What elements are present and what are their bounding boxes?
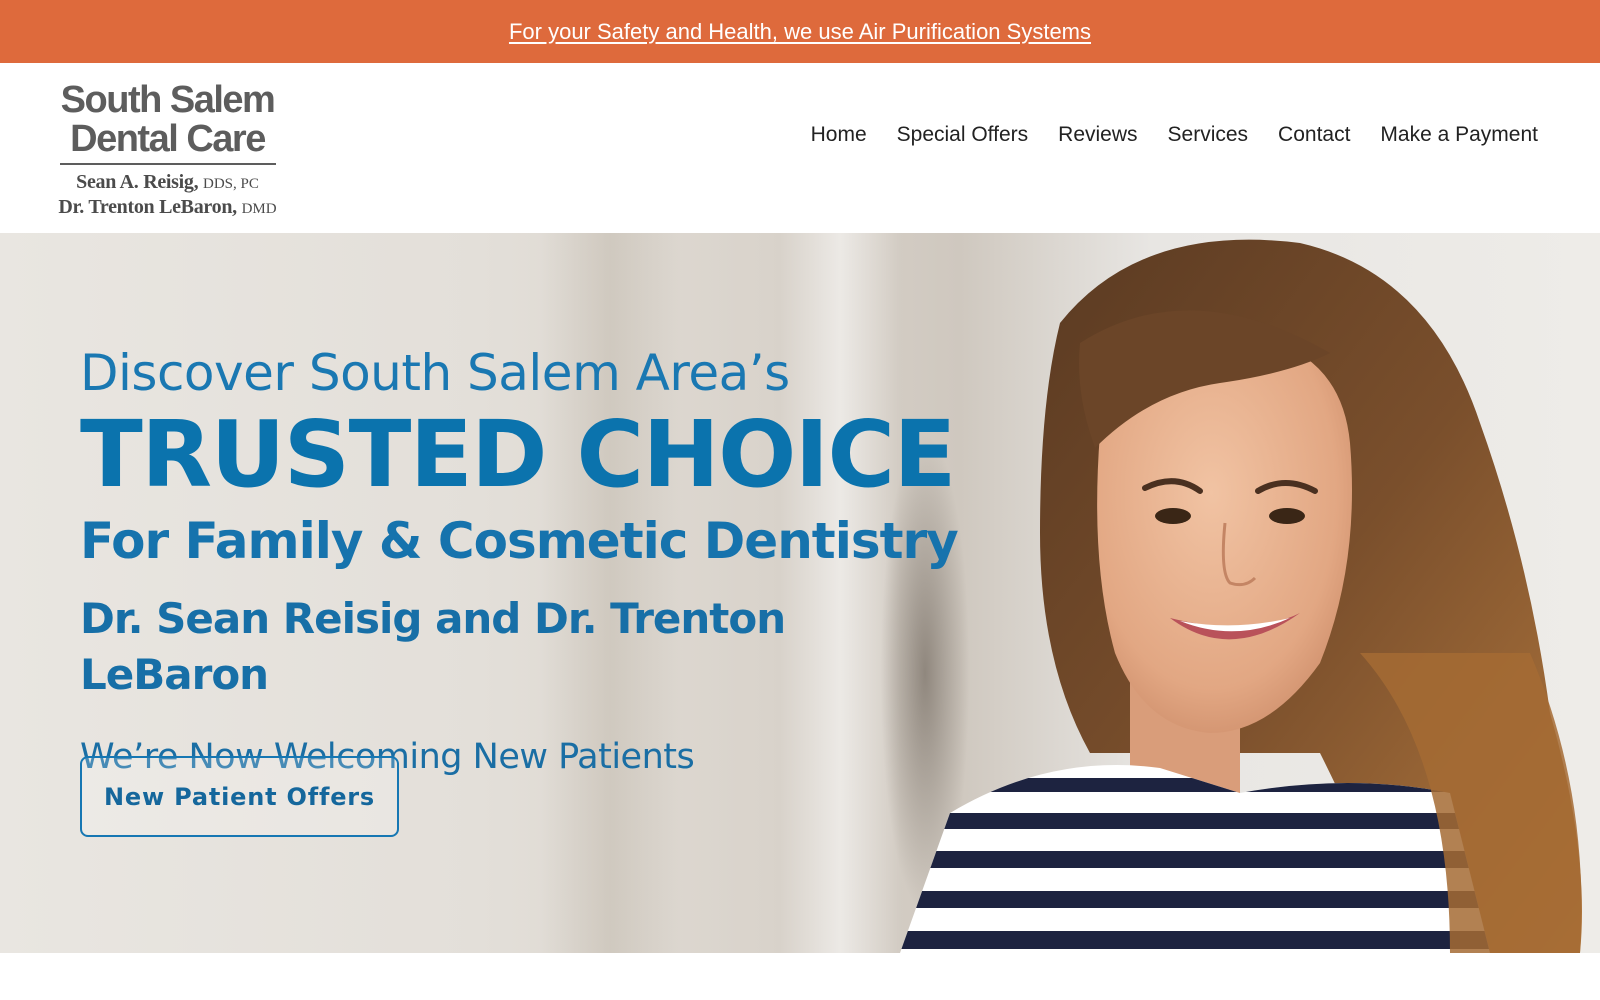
logo-doctor1-credentials: DDS, PC: [203, 176, 259, 192]
logo-title-line1: South Salem: [60, 79, 276, 121]
nav-item-services[interactable]: Services: [1168, 123, 1249, 147]
new-patient-offers-button[interactable]: New Patient Offers: [80, 756, 399, 837]
nav-item-reviews[interactable]: Reviews: [1058, 123, 1137, 147]
logo-doctor2: Dr. Trenton LeBaron, DMD: [50, 196, 285, 221]
hero-tagline: For Family & Cosmetic Dentistry: [80, 512, 959, 570]
logo-title-line2: Dental Care: [70, 118, 266, 160]
hero-headline: TRUSTED CHOICE: [80, 401, 956, 508]
logo-doctor1: Sean A. Reisig, DDS, PC: [50, 171, 285, 196]
nav-item-home[interactable]: Home: [811, 123, 867, 147]
site-logo[interactable]: South Salem Dental Care Sean A. Reisig, …: [50, 81, 285, 221]
announcement-link[interactable]: For your Safety and Health, we use Air P…: [509, 19, 1091, 45]
hero-text-block: Discover South Salem Area’s TRUSTED CHOI…: [80, 341, 960, 781]
hero-photo-smiling-woman: [900, 239, 1582, 953]
hero-banner: Discover South Salem Area’s TRUSTED CHOI…: [0, 233, 1600, 953]
nav-item-contact[interactable]: Contact: [1278, 123, 1350, 147]
new-patient-offers-label: New Patient Offers: [103, 782, 375, 811]
announcement-bar: For your Safety and Health, we use Air P…: [0, 0, 1600, 63]
logo-doctor1-name: Sean A. Reisig,: [76, 171, 199, 193]
hero-subheading: Discover South Salem Area’s: [80, 344, 790, 402]
nav-item-special-offers[interactable]: Special Offers: [897, 123, 1029, 147]
logo-doctor2-name: Dr. Trenton LeBaron,: [58, 196, 237, 218]
logo-divider: [59, 163, 276, 165]
nav-item-make-a-payment[interactable]: Make a Payment: [1380, 123, 1538, 147]
site-header: South Salem Dental Care Sean A. Reisig, …: [0, 63, 1600, 233]
hero-doctors: Dr. Sean Reisig and Dr. Trenton LeBaron: [80, 594, 786, 699]
logo-doctor2-credentials: DMD: [241, 201, 277, 217]
main-nav: Home Special Offers Reviews Services Con…: [811, 123, 1538, 147]
